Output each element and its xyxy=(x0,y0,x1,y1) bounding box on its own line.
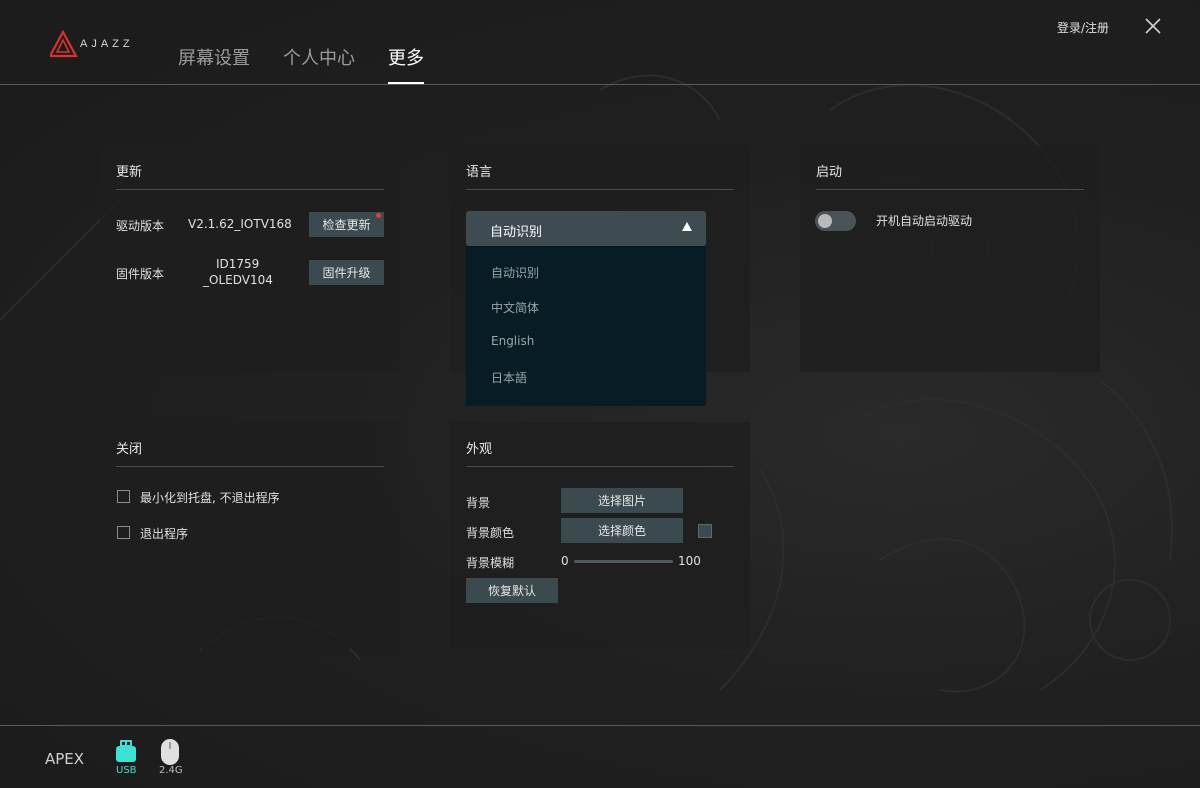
exit-program-checkbox[interactable] xyxy=(117,526,130,539)
driver-version-label: 驱动版本 xyxy=(116,219,165,233)
divider xyxy=(466,189,734,190)
panel-title: 语言 xyxy=(466,165,493,180)
minimize-to-tray-checkbox[interactable] xyxy=(117,490,130,503)
divider xyxy=(116,466,384,467)
autostart-toggle[interactable] xyxy=(815,211,856,231)
blur-min-value: 0 xyxy=(561,554,569,568)
panel-title: 外观 xyxy=(466,442,493,457)
language-options-list: 自动识别 中文简体 English 日本語 xyxy=(466,246,706,406)
exit-program-label: 退出程序 xyxy=(140,527,189,541)
driver-version-value: V2.1.62_IOTV168 xyxy=(188,217,292,231)
toggle-knob xyxy=(818,214,832,228)
blur-max-value: 100 xyxy=(678,554,701,568)
wireless-label: 2.4G xyxy=(159,765,183,776)
usb-icon[interactable] xyxy=(113,738,139,764)
active-tab-indicator xyxy=(388,82,424,84)
top-bar: AJAZZ 屏幕设置 个人中心 更多 登录/注册 xyxy=(0,0,1200,85)
background-label: 背景 xyxy=(466,496,491,510)
panel-title: 更新 xyxy=(116,165,143,180)
blur-label: 背景模糊 xyxy=(466,556,515,570)
app-window: AJAZZ 屏幕设置 个人中心 更多 登录/注册 更新 驱动版本 V2.1.62… xyxy=(0,0,1200,788)
firmware-version-label: 固件版本 xyxy=(116,267,165,281)
firmware-version-line2: _OLEDV104 xyxy=(203,273,273,287)
device-bar: APEX USB 2.4G xyxy=(0,725,1200,788)
autostart-label: 开机自动启动驱动 xyxy=(876,214,973,228)
color-swatch[interactable] xyxy=(698,524,712,538)
firmware-upgrade-button[interactable]: 固件升级 xyxy=(309,260,384,285)
divider xyxy=(816,189,1084,190)
update-notification-dot xyxy=(376,213,381,218)
firmware-version-line1: ID1759 xyxy=(216,257,260,271)
tab-more[interactable]: 更多 xyxy=(388,44,424,70)
choose-color-button[interactable]: 选择颜色 xyxy=(561,518,683,543)
choose-image-button[interactable]: 选择图片 xyxy=(561,488,683,513)
device-name: APEX xyxy=(45,750,85,768)
language-select[interactable]: 自动识别 xyxy=(466,211,706,246)
language-option-chinese[interactable]: 中文简体 xyxy=(491,299,539,316)
divider xyxy=(466,466,734,467)
triangle-up-icon xyxy=(682,222,692,231)
bg-color-label: 背景颜色 xyxy=(466,526,515,540)
tab-screen-settings[interactable]: 屏幕设置 xyxy=(178,44,250,70)
mouse-icon[interactable] xyxy=(158,738,182,766)
language-option-english[interactable]: English xyxy=(491,334,534,348)
reset-default-button[interactable]: 恢复默认 xyxy=(466,578,558,603)
panel-title: 启动 xyxy=(816,165,843,180)
usb-label: USB xyxy=(116,765,137,776)
login-register-link[interactable]: 登录/注册 xyxy=(1057,19,1109,36)
panel-title: 关闭 xyxy=(116,442,143,457)
startup-panel: 启动 xyxy=(800,145,1100,372)
language-option-auto[interactable]: 自动识别 xyxy=(491,264,539,281)
check-update-button[interactable]: 检查更新 xyxy=(309,212,384,237)
tab-personal-center[interactable]: 个人中心 xyxy=(283,44,355,70)
blur-slider[interactable] xyxy=(574,560,673,563)
language-selected-value: 自动识别 xyxy=(490,225,543,240)
logo-text: AJAZZ xyxy=(80,38,134,50)
close-icon[interactable] xyxy=(1143,16,1163,36)
language-option-japanese[interactable]: 日本語 xyxy=(491,369,527,386)
divider xyxy=(116,189,384,190)
minimize-to-tray-label: 最小化到托盘, 不退出程序 xyxy=(140,491,280,505)
